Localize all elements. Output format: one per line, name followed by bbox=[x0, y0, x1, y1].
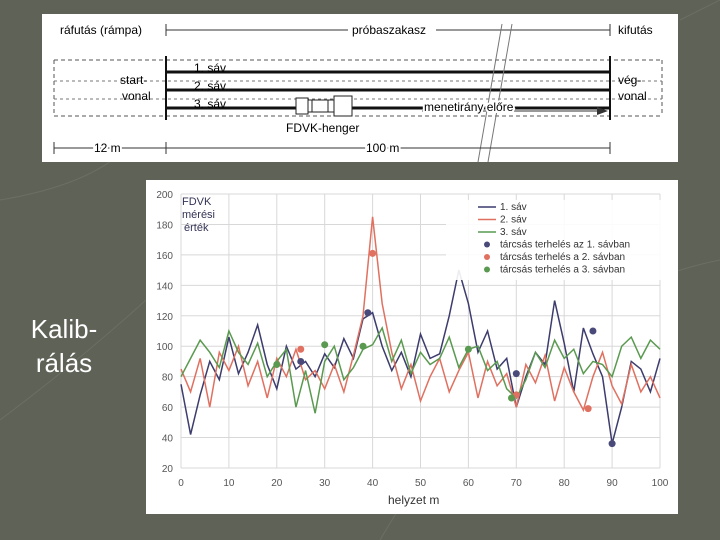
load-marker-lane-1 bbox=[512, 370, 520, 378]
x-tick-label: 100 bbox=[652, 478, 669, 489]
load-marker-lane-2 bbox=[297, 345, 305, 353]
y-tick-label: 80 bbox=[162, 373, 174, 384]
x-tick-label: 0 bbox=[178, 478, 184, 489]
x-tick-label: 80 bbox=[559, 478, 571, 489]
load-marker-lane-3 bbox=[359, 342, 367, 350]
calibration-chart: 20 40 60 80 100 120 140 160 180 200 0 10 20 30 40 50 60… bbox=[146, 180, 678, 514]
slide-title: Kalib- rálás bbox=[14, 312, 114, 380]
y-tick-label: 160 bbox=[156, 251, 173, 262]
fdvk-annotation-1: FDVK bbox=[182, 196, 212, 208]
x-tick-label: 90 bbox=[607, 478, 619, 489]
y-tick-label: 180 bbox=[156, 220, 173, 231]
load-marker-lane-1 bbox=[608, 440, 616, 448]
y-tick-label: 60 bbox=[162, 403, 174, 414]
lane-1-label: 1. sáv bbox=[194, 61, 226, 75]
x-tick-label: 30 bbox=[319, 478, 331, 489]
y-tick-label: 20 bbox=[162, 464, 174, 475]
load-marker-lane-1 bbox=[297, 357, 305, 365]
slide-title-line-1: Kalib- bbox=[30, 314, 98, 344]
break-mark-1 bbox=[477, 23, 503, 163]
legend-dot-swatch bbox=[484, 241, 490, 248]
load-marker-lane-1 bbox=[364, 309, 372, 317]
legend-label: tárcsás terhelés az 1. sávban bbox=[500, 240, 630, 251]
lane-3-label: 3. sáv bbox=[194, 97, 226, 111]
y-tick-label: 40 bbox=[162, 434, 174, 445]
y-tick-label: 120 bbox=[156, 312, 173, 323]
load-marker-lane-3 bbox=[508, 394, 516, 402]
y-tick-label: 140 bbox=[156, 281, 173, 292]
x-axis-ticks: 0 10 20 30 40 50 60 70 80 90 100 bbox=[178, 478, 669, 489]
end-line-label-2: vonal bbox=[618, 89, 647, 103]
x-tick-label: 50 bbox=[415, 478, 427, 489]
legend-label: 1. sáv bbox=[500, 202, 527, 213]
lane-2-label: 2. sáv bbox=[194, 79, 226, 93]
x-tick-label: 20 bbox=[271, 478, 283, 489]
ramp-label: ráfutás (rámpa) bbox=[60, 23, 142, 37]
fdvk-annotation-2: mérési bbox=[182, 209, 215, 221]
runout-label: kifutás bbox=[618, 23, 653, 37]
fdvk-annotation-3: érték bbox=[184, 222, 209, 234]
legend-label: 3. sáv bbox=[500, 227, 527, 238]
start-line-label-2: vonal bbox=[122, 89, 151, 103]
ramp-length-label: 12 m bbox=[94, 141, 121, 155]
direction-label: menetirány előre bbox=[424, 100, 514, 114]
load-marker-lane-3 bbox=[321, 341, 329, 349]
break-mark-2 bbox=[487, 23, 513, 163]
test-section-label: próbaszakasz bbox=[352, 23, 426, 37]
x-tick-label: 60 bbox=[463, 478, 475, 489]
test-section-diagram: ráfutás (rámpa) próbaszakasz kifutás sta… bbox=[42, 14, 678, 163]
x-tick-label: 70 bbox=[511, 478, 523, 489]
y-axis-ticks: 20 40 60 80 100 120 140 160 180 200 bbox=[156, 190, 173, 475]
load-marker-lane-2 bbox=[584, 405, 592, 413]
end-line-label-1: vég- bbox=[618, 73, 641, 87]
section-length-label: 100 m bbox=[366, 141, 399, 155]
x-tick-label: 10 bbox=[223, 478, 235, 489]
x-axis-label: helyzet m bbox=[388, 493, 439, 507]
load-marker-lane-3 bbox=[273, 360, 281, 368]
legend-label: 2. sáv bbox=[500, 215, 527, 226]
load-marker-lane-2 bbox=[369, 249, 377, 257]
load-marker-lane-1 bbox=[589, 327, 597, 335]
start-line-label-1: start- bbox=[120, 73, 147, 87]
load-marker-lane-3 bbox=[464, 345, 472, 353]
slide-title-line-2: rálás bbox=[35, 348, 93, 378]
legend-dot-swatch bbox=[484, 254, 490, 260]
legend-dot-swatch bbox=[484, 266, 490, 273]
legend-label: tárcsás terhelés a 2. sávban bbox=[500, 252, 625, 263]
y-tick-label: 100 bbox=[156, 342, 173, 353]
legend-label: tárcsás terhelés a 3. sávban bbox=[500, 265, 625, 276]
x-tick-label: 40 bbox=[367, 478, 379, 489]
cylinder-label: FDVK-henger bbox=[286, 121, 359, 135]
y-tick-label: 200 bbox=[156, 190, 173, 201]
